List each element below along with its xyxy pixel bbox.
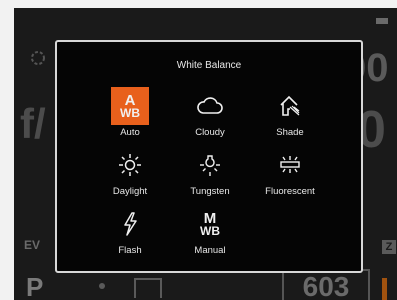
orange-indicator xyxy=(382,278,387,300)
wb-option-cloudy[interactable]: Cloudy xyxy=(179,87,241,139)
wb-option-flash[interactable]: Flash xyxy=(99,205,161,257)
wb-option-label: Fluorescent xyxy=(265,186,315,197)
bulb-icon xyxy=(191,146,229,184)
wb-option-auto[interactable]: A WB Auto xyxy=(99,87,161,139)
drive-dot-icon xyxy=(99,283,105,289)
camera-screen: 00 f/ 0 EV Z P 603 White Balance A WB Au… xyxy=(0,0,397,300)
battery-icon xyxy=(376,18,388,24)
manual-wb-icon: M WB xyxy=(191,205,229,243)
flash-bolt-icon xyxy=(111,205,149,243)
metering-sun-icon xyxy=(31,51,45,65)
manual-wb-glyph-bottom: WB xyxy=(200,223,220,238)
shade-house-icon xyxy=(271,87,309,125)
auto-wb-icon: A WB xyxy=(111,87,149,125)
ev-label: EV xyxy=(24,238,41,252)
wb-option-label: Manual xyxy=(194,245,226,256)
popup-title: White Balance xyxy=(176,60,242,71)
wb-option-label: Auto xyxy=(120,127,140,138)
wb-option-label: Flash xyxy=(118,245,142,256)
wb-option-label: Shade xyxy=(276,127,304,138)
sun-icon xyxy=(111,146,149,184)
cloud-icon xyxy=(191,87,229,125)
fluorescent-tube-icon xyxy=(271,146,309,184)
shot-count: 603 xyxy=(282,269,370,300)
frame-icon xyxy=(134,278,162,298)
shooting-mode: P xyxy=(26,272,44,300)
white-balance-popup: White Balance A WB Auto Cloudy Shade Day… xyxy=(55,40,363,273)
wb-option-fluorescent[interactable]: Fluorescent xyxy=(259,146,321,198)
wb-option-label: Tungsten xyxy=(190,186,230,197)
wb-option-daylight[interactable]: Daylight xyxy=(99,146,161,198)
aperture-label: f/ xyxy=(20,100,46,147)
wb-option-label: Daylight xyxy=(112,186,148,197)
auto-wb-glyph-bottom: WB xyxy=(120,105,140,120)
wb-option-manual[interactable]: M WB Manual xyxy=(179,205,241,257)
wb-option-shade[interactable]: Shade xyxy=(259,87,321,139)
wb-option-label: Cloudy xyxy=(195,127,225,138)
iso-badge: Z xyxy=(382,240,396,254)
wb-option-tungsten[interactable]: Tungsten xyxy=(179,146,241,198)
